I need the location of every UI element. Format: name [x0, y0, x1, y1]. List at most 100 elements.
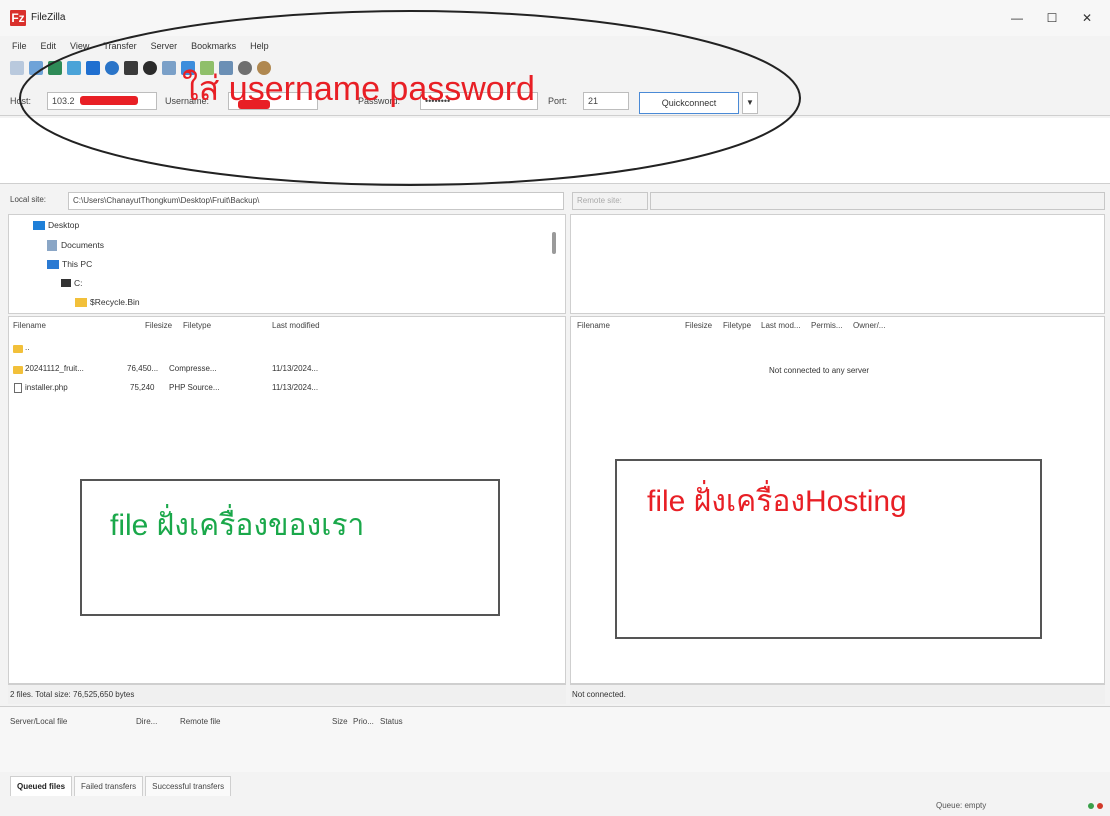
file-size-installer: 75,240	[130, 383, 155, 392]
local-annotation-box: file ฝั่งเครื่องของเรา	[80, 479, 500, 616]
process-queue-icon[interactable]	[124, 61, 138, 75]
queue-col-priority[interactable]: Prio...	[353, 717, 374, 726]
local-col-filename[interactable]: Filename	[13, 321, 46, 330]
local-site-label: Local site:	[10, 195, 47, 204]
site-manager-icon[interactable]	[10, 61, 24, 75]
credentials-annotation-text: ใส่ username password	[182, 70, 535, 108]
local-tree-toggle-icon[interactable]	[48, 61, 62, 75]
desktop-folder-icon	[33, 221, 45, 230]
message-log-panel[interactable]	[0, 118, 1110, 184]
menu-view[interactable]: View	[70, 38, 89, 54]
queue-tabs: Queued files Failed transfers Successful…	[10, 776, 233, 796]
queue-col-status[interactable]: Status	[380, 717, 403, 726]
php-file-icon	[14, 383, 22, 393]
local-col-filesize[interactable]: Filesize	[145, 321, 172, 330]
file-row-parent[interactable]: ..	[25, 343, 29, 352]
file-name-archive[interactable]: 20241112_fruit...	[25, 364, 84, 373]
remote-status-text: Not connected.	[572, 690, 626, 699]
tab-queued-files[interactable]: Queued files	[10, 776, 73, 796]
tree-item-c-drive[interactable]: C:	[74, 278, 83, 288]
file-size-archive: 76,450...	[127, 364, 159, 373]
host-value: 103.2	[52, 96, 75, 106]
port-input[interactable]: 21	[583, 92, 629, 110]
remote-site-label: Remote site:	[577, 196, 622, 205]
remote-col-last-modified[interactable]: Last mod...	[761, 321, 801, 330]
queue-col-remote-file[interactable]: Remote file	[180, 717, 220, 726]
minimize-button[interactable]: —	[1003, 8, 1031, 28]
tree-item-this-pc[interactable]: This PC	[62, 259, 92, 269]
remote-site-bar: Remote site:	[570, 190, 1105, 212]
menu-bar: File Edit View Transfer Server Bookmarks…	[0, 38, 1110, 54]
menu-bookmarks[interactable]: Bookmarks	[191, 38, 236, 54]
close-button[interactable]: ✕	[1073, 8, 1101, 28]
tree-item-documents[interactable]: Documents	[61, 240, 104, 250]
drive-icon	[61, 279, 71, 287]
receive-led-icon	[1088, 803, 1094, 809]
queue-col-local-file[interactable]: Server/Local file	[10, 717, 67, 726]
local-status-bar: 2 files. Total size: 76,525,650 bytes	[8, 684, 566, 704]
this-pc-icon	[47, 260, 59, 269]
local-directory-tree[interactable]: Desktop Documents This PC C: $Recycle.Bi…	[8, 214, 566, 314]
port-value: 21	[588, 96, 599, 106]
recycle-bin-folder-icon	[75, 298, 87, 307]
local-site-path-input[interactable]: C:\Users\ChanayutThongkum\Desktop\Fruit\…	[68, 192, 564, 210]
file-type-installer: PHP Source...	[169, 383, 220, 392]
filezilla-window: Fz FileZilla — ☐ ✕ File Edit View Transf…	[0, 0, 1110, 816]
menu-server[interactable]: Server	[151, 38, 178, 54]
remote-site-path-input[interactable]	[650, 192, 1105, 210]
queue-status-text: Queue: empty	[936, 801, 987, 810]
remote-col-filetype[interactable]: Filetype	[723, 321, 751, 330]
local-site-path: C:\Users\ChanayutThongkum\Desktop\Fruit\…	[73, 196, 260, 205]
local-annotation-text: file ฝั่งเครื่องของเรา	[110, 509, 365, 542]
local-tree-scrollbar[interactable]	[552, 232, 556, 254]
remote-col-filesize[interactable]: Filesize	[685, 321, 712, 330]
host-label: Host:	[10, 96, 32, 106]
tab-failed-transfers[interactable]: Failed transfers	[74, 776, 144, 796]
menu-file[interactable]: File	[12, 38, 27, 54]
message-log-toggle-icon[interactable]	[29, 61, 43, 75]
tab-successful-transfers[interactable]: Successful transfers	[145, 776, 232, 796]
port-label: Port:	[548, 96, 568, 106]
archive-file-icon	[13, 366, 23, 374]
file-modified-archive: 11/13/2024...	[272, 364, 319, 373]
quickconnect-dropdown-button[interactable]: ▼	[742, 92, 758, 114]
remote-directory-tree[interactable]	[570, 214, 1105, 314]
remote-tree-toggle-icon[interactable]	[67, 61, 81, 75]
cancel-operation-icon[interactable]	[143, 61, 157, 75]
queue-col-size[interactable]: Size	[332, 717, 348, 726]
menu-edit[interactable]: Edit	[41, 38, 57, 54]
host-redaction-mark	[80, 96, 138, 105]
documents-folder-icon	[47, 240, 57, 251]
remote-status-bar: Not connected.	[570, 684, 1105, 704]
file-name-installer[interactable]: installer.php	[25, 383, 68, 392]
local-col-filetype[interactable]: Filetype	[183, 321, 211, 330]
quickconnect-button[interactable]: Quickconnect	[639, 92, 739, 114]
tree-item-desktop[interactable]: Desktop	[48, 220, 79, 230]
not-connected-message: Not connected to any server	[769, 366, 870, 375]
maximize-button[interactable]: ☐	[1038, 8, 1066, 28]
refresh-icon[interactable]	[105, 61, 119, 75]
remote-site-label-box: Remote site:	[572, 192, 648, 210]
file-modified-installer: 11/13/2024...	[272, 383, 319, 392]
disconnect-icon[interactable]	[162, 61, 176, 75]
local-site-bar: Local site: C:\Users\ChanayutThongkum\De…	[8, 190, 566, 212]
title-bar: Fz FileZilla — ☐ ✕	[0, 0, 1110, 36]
local-col-last-modified[interactable]: Last modified	[272, 321, 320, 330]
remote-col-owner[interactable]: Owner/...	[853, 321, 885, 330]
window-title: FileZilla	[31, 12, 66, 23]
menu-transfer[interactable]: Transfer	[103, 38, 136, 54]
tree-item-recycle-bin[interactable]: $Recycle.Bin	[90, 297, 140, 307]
file-type-archive: Compresse...	[169, 364, 217, 373]
remote-annotation-box: file ฝั่งเครื่องHosting	[615, 459, 1042, 639]
transfer-queue-toggle-icon[interactable]	[86, 61, 100, 75]
filezilla-logo-icon: Fz	[10, 10, 26, 26]
local-status-text: 2 files. Total size: 76,525,650 bytes	[10, 690, 135, 699]
quickconnect-bar: Host: 103.2 Username: Password: ••••••••…	[0, 88, 1110, 116]
parent-folder-icon	[13, 345, 23, 353]
queue-col-direction[interactable]: Dire...	[136, 717, 157, 726]
menu-help[interactable]: Help	[250, 38, 269, 54]
remote-col-permissions[interactable]: Permis...	[811, 321, 843, 330]
remote-annotation-text: file ฝั่งเครื่องHosting	[647, 485, 907, 518]
transfer-queue-panel[interactable]: Server/Local file Dire... Remote file Si…	[0, 706, 1110, 772]
remote-col-filename[interactable]: Filename	[577, 321, 610, 330]
